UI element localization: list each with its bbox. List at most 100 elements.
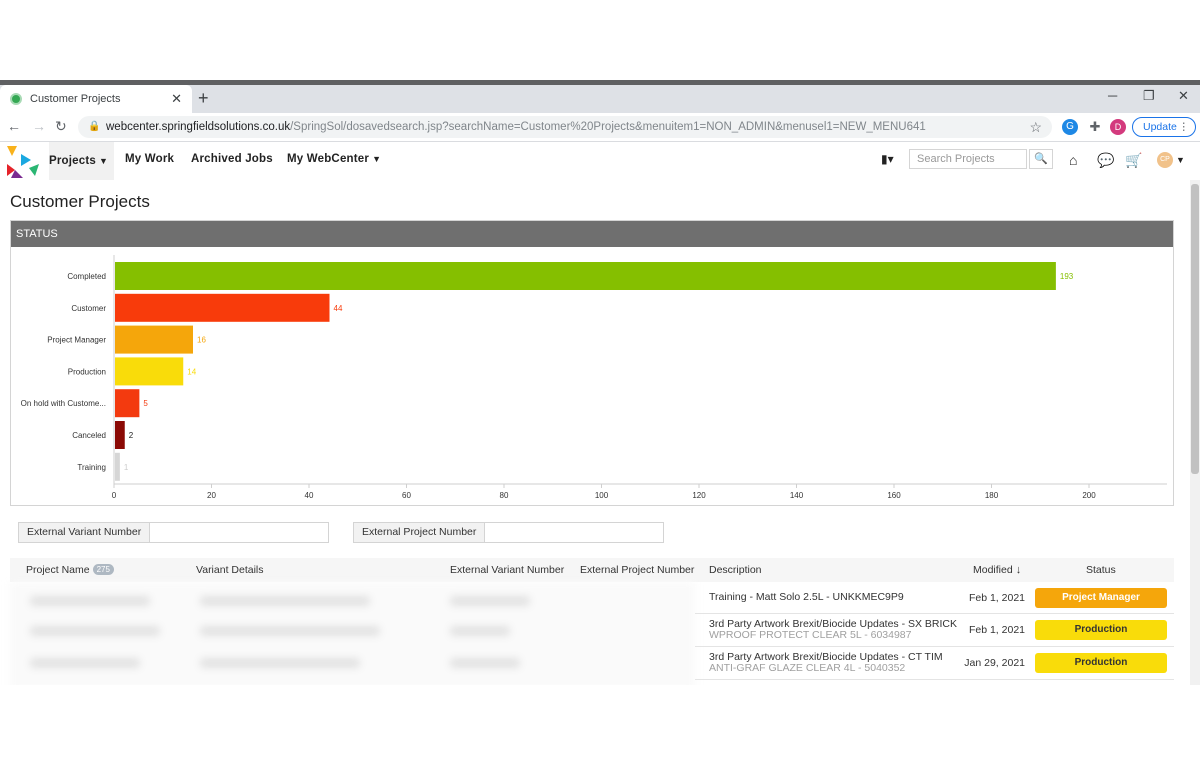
window-close-icon[interactable]: ✕	[1178, 88, 1189, 104]
bar	[115, 389, 140, 418]
bookmark-star-icon[interactable]: ☆	[1029, 116, 1042, 138]
minimize-icon[interactable]: ─	[1108, 88, 1117, 103]
th-description[interactable]: Description	[709, 564, 762, 576]
project-count-badge: 275	[92, 564, 114, 575]
th-project-name[interactable]: Project Name 275	[26, 564, 114, 576]
nav-projects[interactable]: Projects ▼	[49, 142, 115, 180]
table-row[interactable]: Training - Matt Solo 2.5L - UNKKMEC9P9 Fe…	[695, 582, 1174, 614]
external-variant-filter-label: External Variant Number	[19, 523, 151, 542]
profile-avatar[interactable]: D	[1110, 119, 1126, 135]
nav-archived-jobs[interactable]: Archived Jobs	[191, 153, 273, 165]
th-external-variant[interactable]: External Variant Number	[450, 564, 564, 576]
row-description[interactable]: 3rd Party Artwork Brexit/Biocide Updates…	[709, 652, 959, 674]
category-label: On hold with Custome...	[21, 399, 106, 408]
url-path: /SpringSol/dosavedsearch.jsp?searchName=…	[290, 121, 926, 133]
redacted-line	[450, 596, 530, 606]
table-row[interactable]: 3rd Party Artwork Brexit/Biocide Updates…	[695, 680, 1174, 685]
x-tick-label: 180	[985, 491, 999, 500]
table-row[interactable]: 3rd Party Artwork Brexit/Biocide Updates…	[695, 614, 1174, 647]
user-avatar[interactable]: CP	[1157, 152, 1173, 168]
x-tick-label: 0	[112, 491, 117, 500]
search-button[interactable]: 🔍	[1029, 149, 1053, 169]
messages-icon[interactable]: 💬	[1097, 152, 1114, 169]
row-status-badge: Project Manager	[1035, 588, 1167, 608]
tab-strip: Customer Projects ✕ + ─ ❐ ✕	[0, 85, 1200, 113]
close-tab-icon[interactable]: ✕	[171, 91, 182, 107]
menu-dots-icon[interactable]: ⋮	[1179, 118, 1190, 136]
category-label: Completed	[67, 272, 106, 281]
browser-tab[interactable]: Customer Projects ✕	[0, 85, 192, 113]
th-variant-details[interactable]: Variant Details	[196, 564, 264, 576]
bar	[115, 421, 125, 449]
row-description[interactable]: Training - Matt Solo 2.5L - UNKKMEC9P9	[709, 592, 959, 603]
external-variant-filter: External Variant Number	[18, 522, 329, 543]
update-button[interactable]: Update ⋮	[1132, 117, 1196, 137]
x-tick-label: 140	[790, 491, 804, 500]
bar	[115, 262, 1056, 290]
home-icon[interactable]: ⌂	[1069, 152, 1077, 168]
redacted-line	[30, 596, 150, 606]
webcenter-logo-icon	[7, 146, 39, 178]
th-status[interactable]: Status	[1086, 564, 1116, 576]
nav-my-webcenter[interactable]: My WebCenter ▼	[287, 153, 381, 165]
x-tick-label: 200	[1082, 491, 1096, 500]
lock-icon: 🔒	[88, 121, 101, 132]
redacted-rows	[10, 582, 695, 685]
cart-icon[interactable]: 🛒	[1125, 152, 1142, 169]
extensions-puzzle-icon[interactable]: ✚	[1087, 119, 1103, 135]
bar-value-label: 5	[143, 399, 148, 408]
status-bar-chart: 0 20 40 60 80 100 120 140 160 180 200 Completed 193 C…	[21, 255, 1167, 500]
th-modified-label: Modified	[973, 564, 1013, 576]
bar-value-label: 2	[129, 431, 134, 440]
row-status-badge: Production	[1035, 620, 1167, 640]
search-icon: 🔍	[1034, 153, 1048, 165]
nav-projects-label: Projects	[49, 155, 96, 167]
category-label: Production	[68, 367, 106, 376]
redacted-line	[30, 658, 140, 668]
forward-icon[interactable]: →	[32, 118, 46, 134]
x-tick-label: 20	[207, 491, 216, 500]
url-host: webcenter.springfieldsolutions.co.uk	[106, 121, 291, 133]
x-tick-label: 160	[887, 491, 901, 500]
external-variant-input[interactable]	[150, 523, 328, 542]
restore-icon[interactable]: ❐	[1143, 88, 1155, 104]
bar-value-label: 44	[334, 304, 343, 313]
th-external-project[interactable]: External Project Number	[580, 564, 694, 576]
bar-value-label: 14	[187, 367, 196, 376]
nav-my-work[interactable]: My Work	[125, 153, 174, 165]
row-modified-date: Jan 29, 2021	[964, 657, 1025, 669]
table-row[interactable]: 3rd Party Artwork Brexit/Biocide Updates…	[695, 647, 1174, 680]
search-type-dropdown-icon[interactable]: ▮▾	[881, 152, 894, 166]
bar-value-label: 193	[1060, 272, 1074, 281]
row-status-badge: Production	[1035, 653, 1167, 673]
reload-icon[interactable]: ↻	[55, 118, 67, 135]
new-tab-icon[interactable]: +	[198, 88, 209, 109]
bar	[115, 325, 193, 354]
chevron-down-icon: ▼	[372, 154, 382, 164]
row-description[interactable]: 3rd Party Artwork Brexit/Biocide Updates…	[709, 619, 959, 641]
page-content: Customer Projects STATUS 0 20 40 60 80 100 120…	[0, 180, 1190, 685]
category-label: Training	[77, 463, 106, 472]
site-favicon-icon	[10, 93, 22, 105]
chevron-down-icon[interactable]: ▼	[1176, 155, 1185, 165]
search-input[interactable]: Search Projects	[909, 149, 1027, 169]
th-modified[interactable]: Modified ↓	[973, 564, 1021, 576]
scrollbar-thumb[interactable]	[1191, 184, 1199, 474]
external-project-input[interactable]	[485, 523, 663, 542]
page-scrollbar[interactable]	[1190, 180, 1200, 685]
row-modified-date: Feb 1, 2021	[968, 592, 1025, 604]
nav-my-webcenter-label: My WebCenter	[287, 153, 370, 165]
extension-icon[interactable]: G	[1062, 119, 1078, 135]
back-icon[interactable]: ←	[7, 118, 21, 134]
sort-down-icon: ↓	[1015, 564, 1022, 576]
status-panel-header: STATUS	[11, 221, 1173, 247]
url-bar[interactable]: 🔒 webcenter.springfieldsolutions.co.uk/S…	[78, 116, 1052, 138]
page-title: Customer Projects	[10, 192, 150, 211]
app-navbar: Projects ▼ My Work Archived Jobs My WebCe…	[0, 142, 1200, 180]
row-description-line1: Training - Matt Solo 2.5L - UNKKMEC9P9	[709, 591, 904, 603]
external-project-filter-label: External Project Number	[354, 523, 486, 542]
address-toolbar: ← → ↻ 🔒 webcenter.springfieldsolutions.c…	[0, 113, 1200, 142]
bar	[115, 357, 184, 386]
bar-value-label: 16	[197, 336, 206, 345]
bar-value-label: 1	[124, 463, 129, 472]
